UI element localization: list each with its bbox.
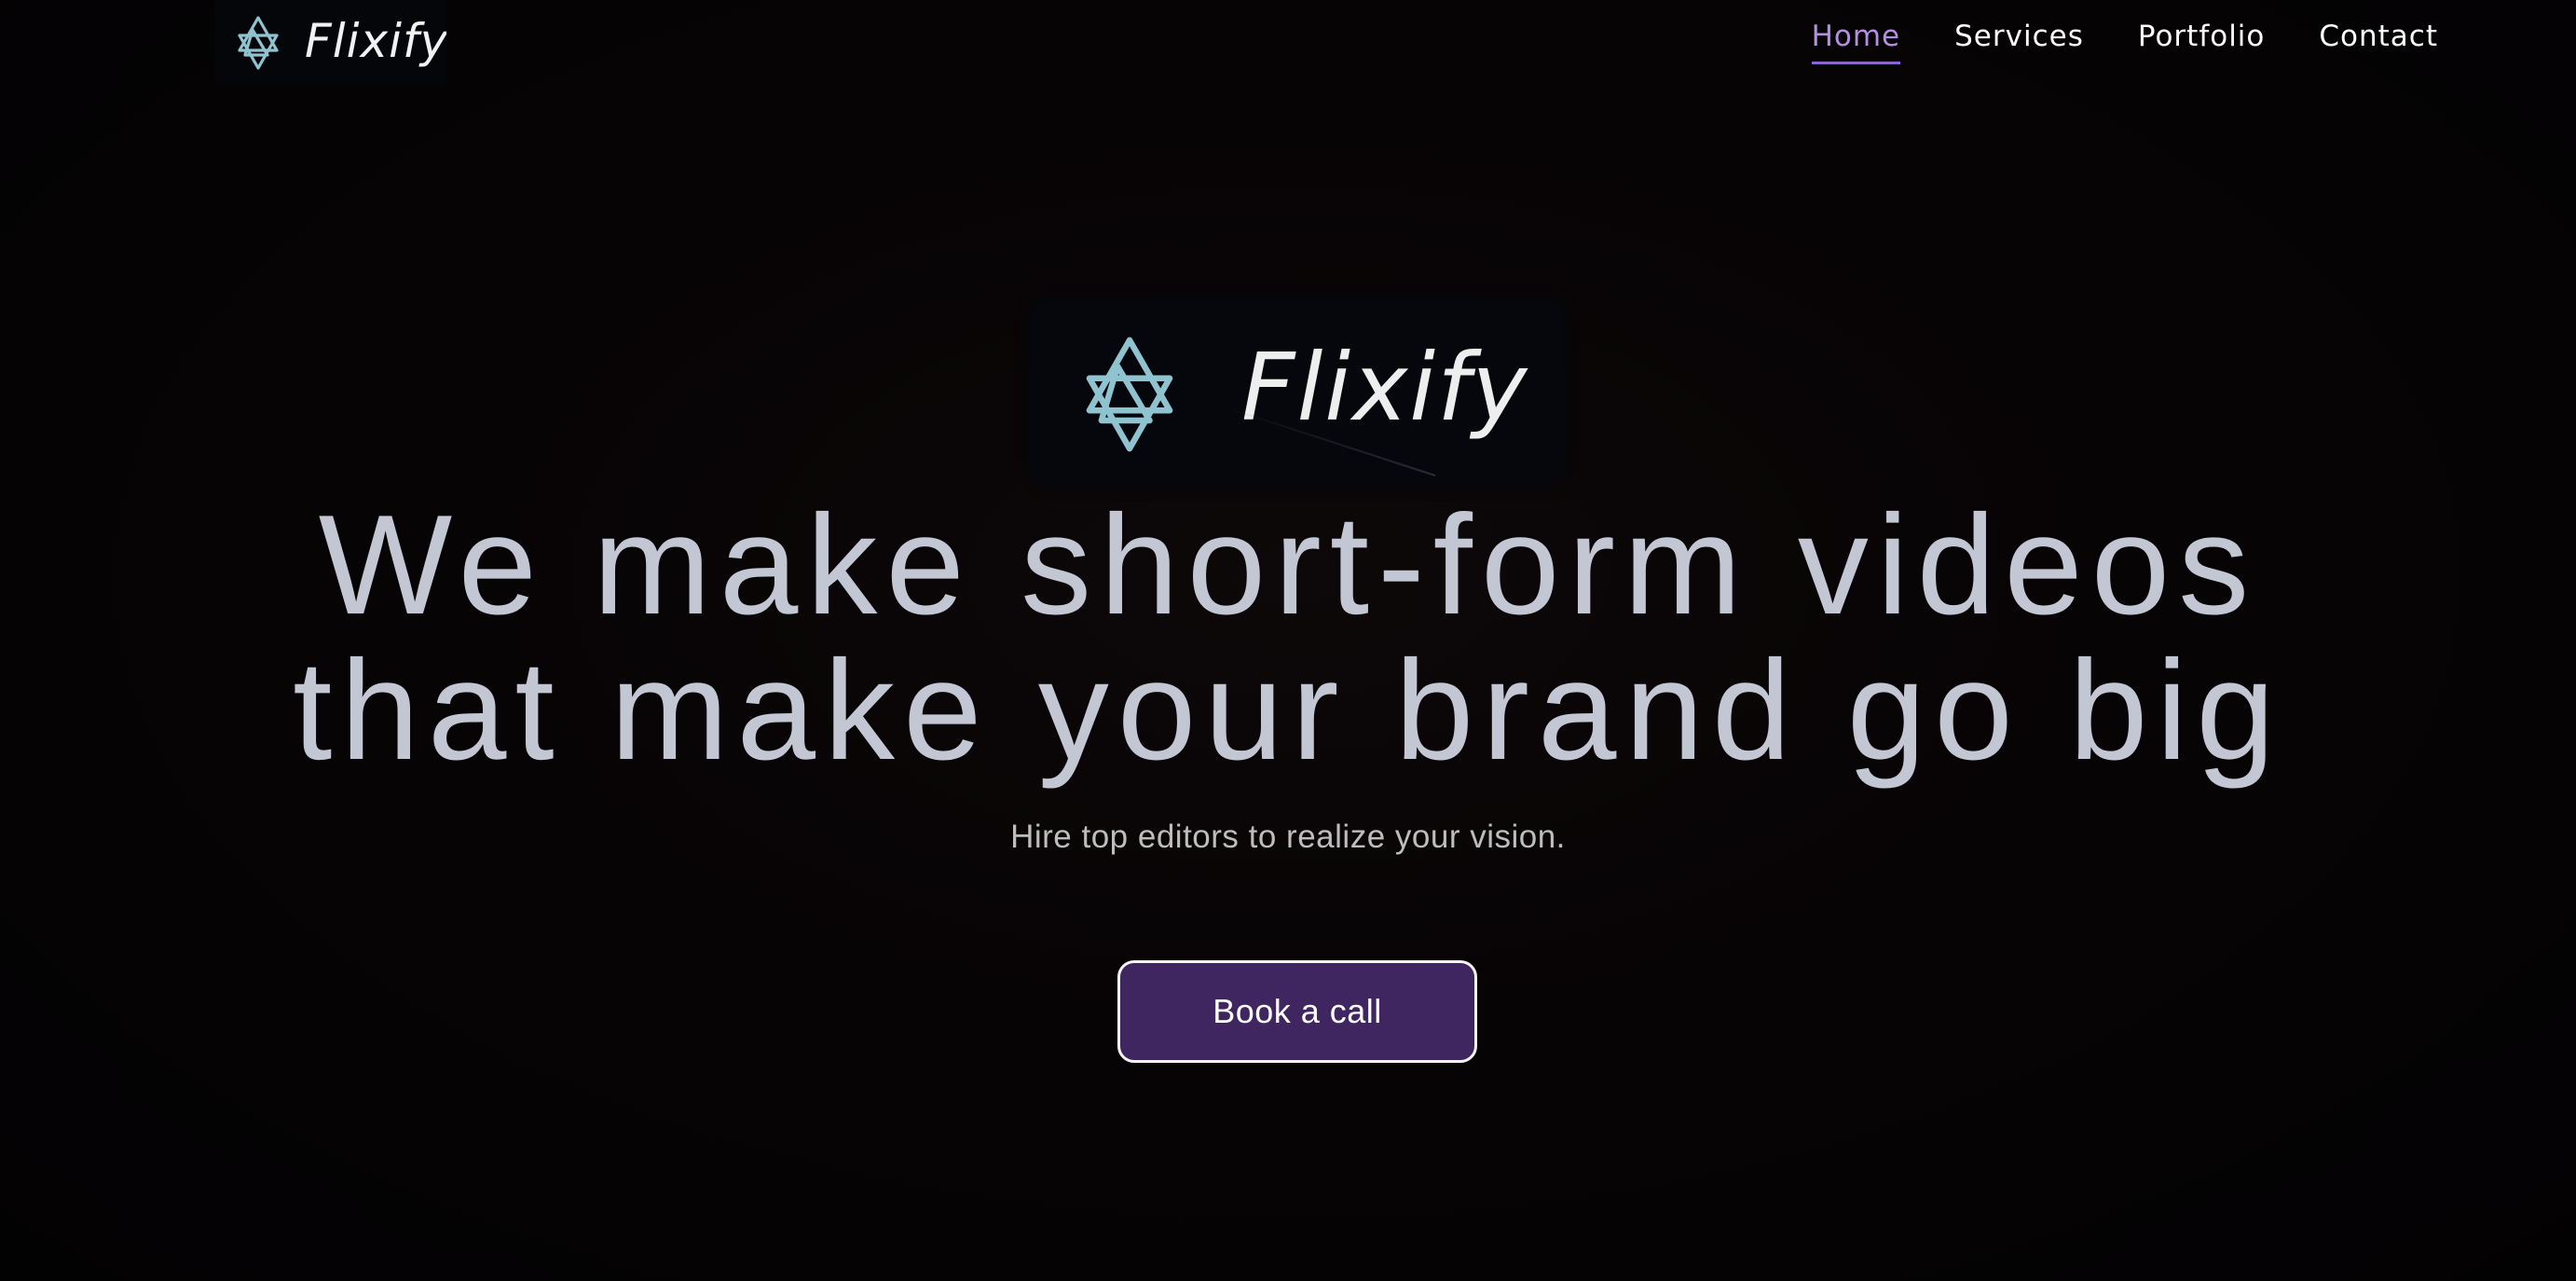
landing-page: Flixify Home Services Portfolio Contact … — [0, 0, 2576, 1281]
hero-headline: We make short-form videos that make your… — [0, 492, 2576, 783]
nav-item-contact[interactable]: Contact — [2319, 17, 2438, 64]
header-wordmark: Flixify — [305, 14, 446, 68]
book-a-call-button[interactable]: Book a call — [1117, 960, 1477, 1063]
nav-item-services[interactable]: Services — [1954, 17, 2084, 64]
hero-logo: Flixify — [1031, 300, 1564, 485]
main-nav: Home Services Portfolio Contact — [1811, 17, 2438, 64]
interlocked-triangles-icon — [1086, 337, 1173, 452]
hero-subheadline: Hire top editors to realize your vision. — [1010, 819, 1566, 855]
nav-item-home[interactable]: Home — [1811, 17, 1901, 64]
hero-headline-line-2: that make your brand go big — [293, 631, 2283, 790]
hero-headline-line-1: We make short-form videos — [318, 486, 2258, 644]
interlocked-triangles-icon — [238, 16, 279, 70]
header-logo[interactable]: Flixify — [215, 0, 446, 86]
site-header: Flixify Home Services Portfolio Contact — [0, 0, 2576, 93]
nav-item-portfolio[interactable]: Portfolio — [2138, 17, 2266, 64]
